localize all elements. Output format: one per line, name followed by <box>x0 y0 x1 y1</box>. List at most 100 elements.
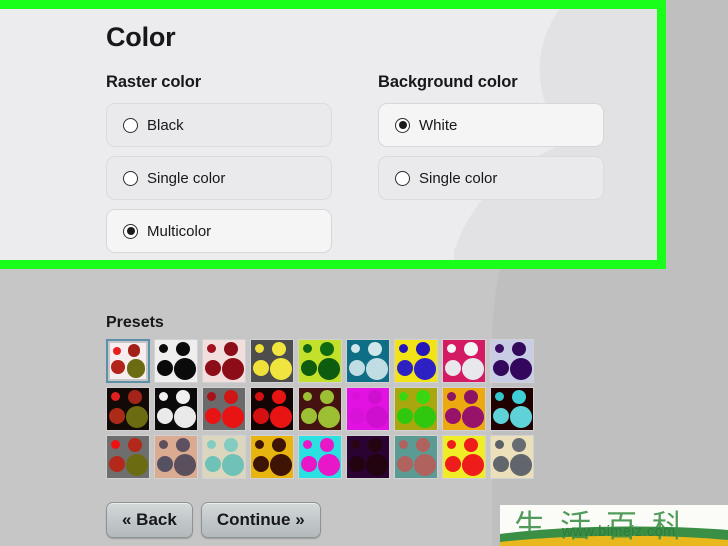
preset-swatch-8[interactable] <box>490 339 534 383</box>
preset-dot <box>318 358 341 381</box>
preset-swatch-6[interactable] <box>394 339 438 383</box>
preset-dot <box>302 392 312 402</box>
preset-swatch-canvas <box>107 388 149 430</box>
preset-dot <box>174 406 197 429</box>
preset-dot <box>158 440 168 450</box>
preset-swatch-9[interactable] <box>106 387 150 431</box>
preset-swatch-15[interactable] <box>394 387 438 431</box>
presets-title: Presets <box>106 314 164 331</box>
radio-icon-selected[interactable] <box>395 117 410 133</box>
radio-option-raster-black[interactable]: Black <box>106 103 332 148</box>
preset-swatch-17[interactable] <box>490 387 534 431</box>
preset-dot <box>128 389 143 404</box>
preset-dot <box>492 456 509 473</box>
preset-swatch-canvas <box>347 340 389 382</box>
preset-swatch-canvas <box>251 436 293 478</box>
preset-swatch-20[interactable] <box>202 435 246 479</box>
preset-swatch-25[interactable] <box>442 435 486 479</box>
radio-option-background-single-color[interactable]: Single color <box>378 156 604 201</box>
preset-swatch-canvas <box>491 340 533 382</box>
continue-button[interactable]: Continue » <box>200 502 321 538</box>
presets-row <box>106 435 534 479</box>
radio-option-raster-single-color[interactable]: Single color <box>106 156 332 201</box>
preset-dot <box>512 389 527 404</box>
preset-dot <box>416 341 431 356</box>
radio-option-background-white[interactable]: White <box>378 103 604 148</box>
radio-icon[interactable] <box>395 170 410 186</box>
preset-dot <box>368 341 383 356</box>
preset-dot <box>510 406 533 429</box>
preset-swatch-canvas <box>443 388 485 430</box>
preset-swatch-21[interactable] <box>250 435 294 479</box>
highlighted-color-panel: Color Raster color Black Single color Mu… <box>0 0 666 269</box>
preset-swatch-1[interactable] <box>154 339 198 383</box>
preset-swatch-22[interactable] <box>298 435 342 479</box>
radio-icon[interactable] <box>123 170 138 186</box>
back-button[interactable]: « Back <box>106 502 193 538</box>
preset-dot <box>128 437 143 452</box>
preset-dot <box>462 358 485 381</box>
preset-swatch-7[interactable] <box>442 339 486 383</box>
preset-dot <box>108 408 125 425</box>
preset-dot <box>350 344 360 354</box>
preset-dot <box>416 437 431 452</box>
radio-option-raster-multicolor[interactable]: Multicolor <box>106 209 332 254</box>
preset-swatch-canvas <box>443 436 485 478</box>
preset-swatch-11[interactable] <box>202 387 246 431</box>
preset-dot <box>414 406 437 429</box>
preset-dot <box>366 406 389 429</box>
preset-dot <box>126 406 149 429</box>
preset-swatch-3[interactable] <box>250 339 294 383</box>
preset-swatch-24[interactable] <box>394 435 438 479</box>
preset-dot <box>348 456 365 473</box>
preset-dot <box>302 440 312 450</box>
preset-dot <box>222 406 245 429</box>
preset-dot <box>252 360 269 377</box>
preset-dot <box>396 360 413 377</box>
preset-swatch-canvas <box>203 388 245 430</box>
preset-dot <box>494 392 504 402</box>
preset-dot <box>174 358 197 381</box>
radio-label: Single color <box>147 169 226 187</box>
preset-dot <box>300 456 317 473</box>
preset-swatch-23[interactable] <box>346 435 390 479</box>
preset-swatch-canvas <box>155 388 197 430</box>
preset-swatch-2[interactable] <box>202 339 246 383</box>
preset-dot <box>113 346 122 355</box>
color-option-columns: Raster color Black Single color Multicol… <box>106 73 657 260</box>
preset-dot <box>414 358 437 381</box>
preset-dot <box>464 389 479 404</box>
preset-swatch-18[interactable] <box>106 435 150 479</box>
preset-dot <box>368 389 383 404</box>
preset-swatch-0[interactable] <box>106 339 150 383</box>
preset-dot <box>156 408 173 425</box>
preset-dot <box>254 392 264 402</box>
preset-swatch-5[interactable] <box>346 339 390 383</box>
preset-dot <box>110 392 120 402</box>
preset-swatch-19[interactable] <box>154 435 198 479</box>
preset-swatch-16[interactable] <box>442 387 486 431</box>
preset-swatch-canvas <box>347 388 389 430</box>
preset-swatch-10[interactable] <box>154 387 198 431</box>
preset-dot <box>396 456 413 473</box>
radio-label: Single color <box>419 169 498 187</box>
background-color-group: Background color White Single color <box>378 73 604 260</box>
preset-swatch-12[interactable] <box>250 387 294 431</box>
preset-swatch-canvas <box>395 340 437 382</box>
radio-icon-selected[interactable] <box>123 223 138 239</box>
preset-dot <box>398 392 408 402</box>
preset-dot <box>398 344 408 354</box>
radio-icon[interactable] <box>123 117 138 133</box>
preset-dot <box>110 440 120 450</box>
preset-dot <box>300 408 317 425</box>
preset-dot <box>512 437 527 452</box>
preset-dot <box>204 360 221 377</box>
preset-swatch-4[interactable] <box>298 339 342 383</box>
preset-swatch-26[interactable] <box>490 435 534 479</box>
preset-dot <box>252 456 269 473</box>
preset-dot <box>254 344 264 354</box>
preset-dot <box>204 456 221 473</box>
preset-swatch-13[interactable] <box>298 387 342 431</box>
preset-swatch-14[interactable] <box>346 387 390 431</box>
preset-dot <box>156 360 173 377</box>
